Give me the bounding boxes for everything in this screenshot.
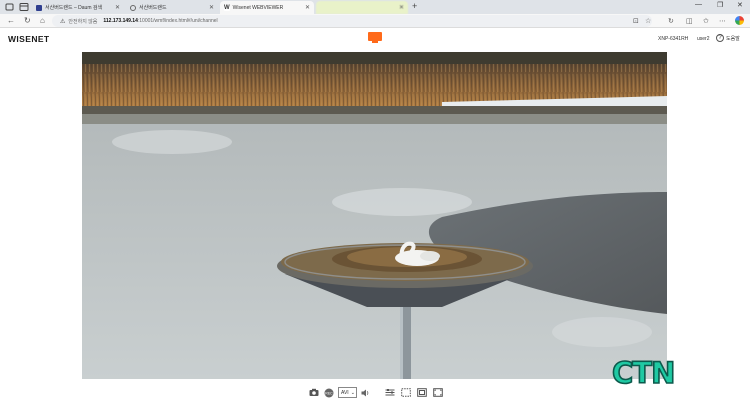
help-button[interactable]: ? 도움말 — [716, 34, 740, 42]
camera-model: XNP-6341RH — [658, 36, 689, 42]
ctn-watermark-logo: CTN — [611, 356, 676, 390]
address-bar-row: ← ↻ ⌂ ⚠ 안전하지 않음 112.173.149.14 :10001/wm… — [0, 14, 750, 28]
adjust-icon[interactable] — [384, 387, 395, 398]
original-size-icon[interactable] — [416, 387, 427, 398]
tab-close-icon[interactable]: ✕ — [206, 4, 214, 11]
wisenet-logo: WISENET — [8, 34, 50, 44]
favorites-icon[interactable]: ✩ — [703, 17, 709, 25]
tab-close-icon[interactable]: ✕ — [396, 4, 404, 11]
refresh-icon[interactable]: ↻ — [24, 16, 31, 25]
user-name[interactable]: user2 — [697, 36, 710, 42]
tab-close-icon[interactable]: ✕ — [112, 4, 120, 11]
new-tab-button[interactable]: + — [412, 1, 417, 11]
svg-text:REC: REC — [325, 391, 333, 395]
home-icon[interactable]: ⌂ — [40, 16, 45, 25]
chevron-down-icon: ⌄ — [350, 389, 355, 396]
refresh-page-icon[interactable]: ↻ — [668, 17, 674, 25]
wisenet-favicon-icon: W — [224, 4, 230, 11]
tab-label: 서산버드랜드 – Daum 검색 — [45, 5, 103, 11]
fullscreen-icon[interactable] — [432, 387, 443, 398]
codec-select[interactable]: AVI ⌄ — [338, 387, 357, 398]
codec-select-value: AVI — [341, 389, 349, 396]
plus-icon: + — [412, 1, 418, 11]
browser-tab-strip: 서산버드랜드 – Daum 검색 ✕ 서산버드랜드 ✕ W Wisenet WE… — [0, 0, 750, 14]
tab-blurred[interactable]: ✕ — [316, 1, 408, 14]
url-host: 112.173.149.14 — [103, 18, 138, 24]
tab-close-icon[interactable]: ✕ — [302, 4, 310, 11]
video-frame — [82, 52, 667, 379]
favorite-star-icon[interactable]: ☆ — [645, 17, 651, 25]
globe-favicon-icon — [130, 4, 136, 11]
profile-tabs-icon[interactable] — [5, 2, 15, 12]
warning-icon: ⚠ — [60, 18, 66, 25]
url-field[interactable]: ⚠ 안전하지 않음 112.173.149.14 :10001/wmf/inde… — [52, 15, 652, 27]
url-path: :10001/wmf/index.html#/uni/channel — [137, 18, 218, 24]
translate-icon[interactable]: ⊡ — [633, 17, 639, 25]
help-label: 도움말 — [726, 35, 740, 42]
back-arrow-icon[interactable]: ← — [7, 16, 15, 25]
volume-icon[interactable] — [360, 387, 370, 398]
split-screen-icon[interactable]: ◫ — [686, 17, 693, 25]
tab-label: 서산버드랜드 — [139, 5, 167, 11]
copilot-icon[interactable] — [735, 16, 744, 25]
restore-button[interactable]: ❐ — [717, 1, 723, 9]
record-icon[interactable]: REC — [323, 387, 334, 398]
fit-icon[interactable] — [400, 387, 411, 398]
tab-actions-icon[interactable] — [19, 2, 29, 12]
more-menu-icon[interactable]: ⋯ — [719, 17, 726, 25]
minimize-button[interactable]: — — [695, 1, 702, 8]
tab-daum-search[interactable]: 서산버드랜드 – Daum 검색 ✕ — [32, 1, 124, 14]
close-window-button[interactable]: ✕ — [737, 1, 743, 9]
help-icon: ? — [716, 34, 724, 42]
camera-icon[interactable] — [308, 387, 319, 398]
tab-wisenet-webviewer[interactable]: W Wisenet WEBVIEWER ✕ — [220, 1, 314, 14]
app-header: WISENET XNP-6341RH user2 ? 도움말 — [0, 29, 750, 49]
live-video-view[interactable] — [82, 52, 667, 379]
security-label: 안전하지 않음 — [68, 18, 98, 25]
monitor-icon[interactable] — [368, 32, 382, 43]
daum-favicon-icon — [36, 4, 42, 11]
tab-seosan-birdland[interactable]: 서산버드랜드 ✕ — [126, 1, 218, 14]
tab-label: Wisenet WEBVIEWER — [232, 4, 284, 11]
